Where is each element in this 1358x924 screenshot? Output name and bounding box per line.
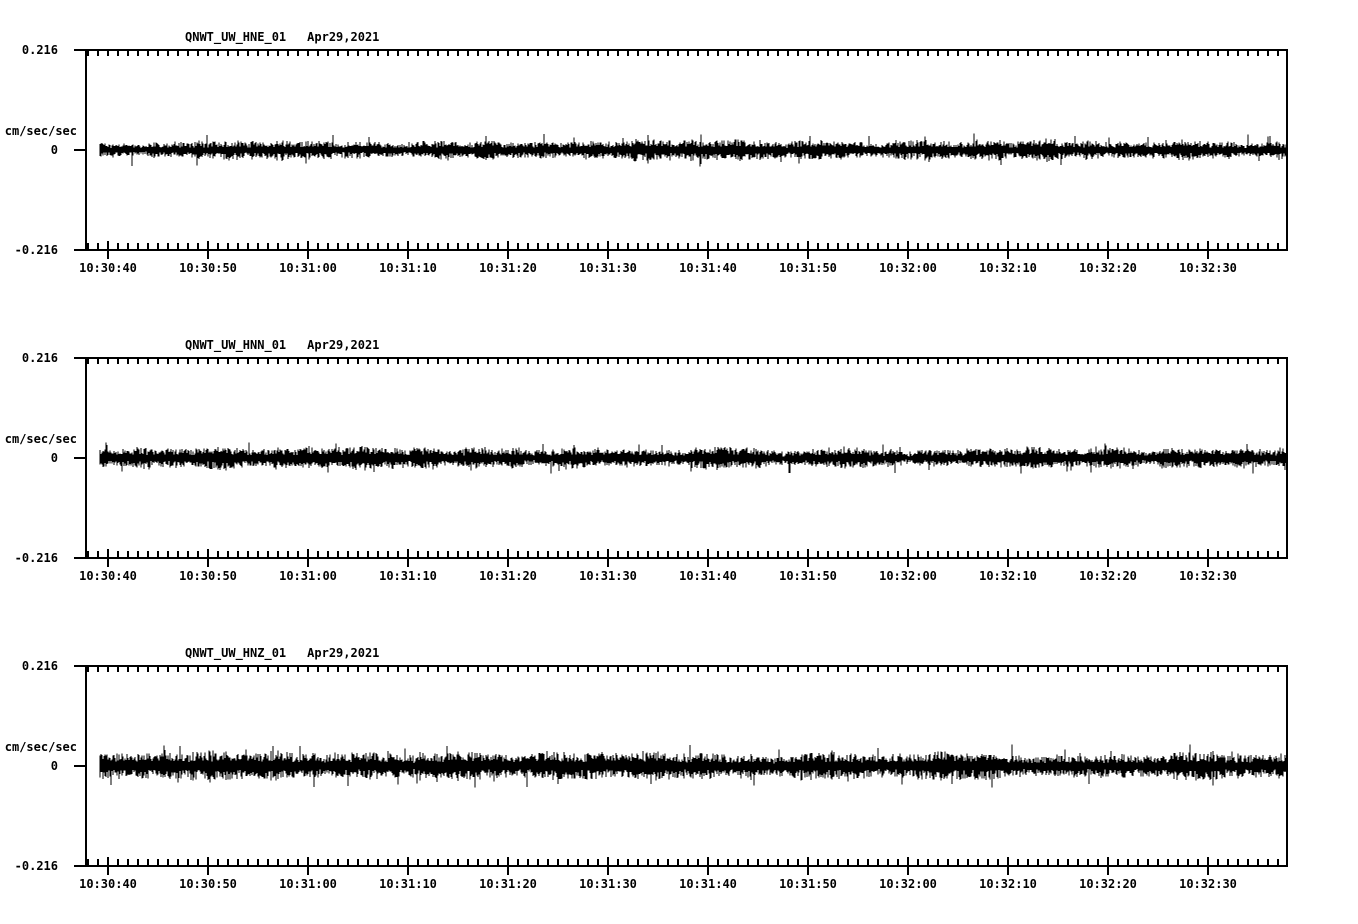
x-axis-tick-label: 10:31:30 [579,877,637,891]
x-axis-tick-label: 10:31:20 [479,569,537,583]
y-axis-zero-label: 0 [50,143,58,157]
y-axis-max-label: 0.216 [21,43,58,57]
x-axis-tick-label: 10:32:00 [879,261,937,275]
x-axis-tick-label: 10:31:40 [679,569,737,583]
x-axis-tick-label: 10:31:10 [379,877,437,891]
x-axis-tick-label: 10:31:10 [379,261,437,275]
y-axis-min-label: -0.216 [14,859,58,873]
trace-date-label: Apr29,2021 [307,338,380,352]
x-axis-tick-label: 10:30:50 [179,877,237,891]
x-axis-tick-label: 10:31:10 [379,569,437,583]
x-axis-tick-label: 10:32:30 [1179,261,1237,275]
x-axis-tick-label: 10:32:20 [1079,877,1137,891]
x-axis-tick-label: 10:31:30 [579,261,637,275]
x-axis-tick-label: 10:32:10 [979,569,1037,583]
x-axis-tick-label: 10:32:30 [1179,569,1237,583]
trace-title: QNWT_UW_HNZ_01 Apr29,2021 [185,646,379,660]
trace-date-label: Apr29,2021 [307,30,380,44]
trace-title: QNWT_UW_HNN_01 Apr29,2021 [185,338,379,352]
trace-date-label: Apr29,2021 [307,646,380,660]
x-axis-time-labels: 10:30:40 10:30:50 10:31:00 10:31:10 10:31:20… [0,877,1358,893]
x-axis-tick-label: 10:32:10 [979,261,1037,275]
y-axis-zero-label: 0 [50,451,58,465]
x-axis-tick-label: 10:30:50 [179,261,237,275]
y-axis-unit-label: cm/sec/sec [4,432,77,446]
x-axis-tick-label: 10:31:20 [479,261,537,275]
seismogram-panel-hne: QNWT_UW_HNE_01 Apr29,2021 0.216 cm/sec/se… [0,0,1358,308]
x-axis-tick-label: 10:30:40 [79,877,137,891]
seismogram-panel-hnz: QNWT_UW_HNZ_01 Apr29,2021 0.216 cm/sec/se… [0,616,1358,924]
x-axis-tick-label: 10:30:50 [179,569,237,583]
trace-title: QNWT_UW_HNE_01 Apr29,2021 [185,30,379,44]
trace-station-label: QNWT_UW_HNZ_01 [185,646,287,660]
y-axis-max-label: 0.216 [21,351,58,365]
y-axis-zero-label: 0 [50,759,58,773]
x-axis-tick-label: 10:32:20 [1079,569,1137,583]
x-axis-tick-label: 10:31:40 [679,877,737,891]
y-axis-unit-label: cm/sec/sec [4,124,77,138]
x-axis-tick-label: 10:32:00 [879,877,937,891]
trace-station-label: QNWT_UW_HNN_01 [185,338,287,352]
y-axis-min-label: -0.216 [14,551,58,565]
x-axis-tick-label: 10:30:40 [79,569,137,583]
x-axis-tick-label: 10:31:50 [779,569,837,583]
y-axis-unit-label: cm/sec/sec [4,740,77,754]
x-axis-tick-label: 10:31:50 [779,261,837,275]
y-axis-min-label: -0.216 [14,243,58,257]
x-axis-tick-label: 10:31:00 [279,261,337,275]
x-axis-tick-label: 10:31:00 [279,569,337,583]
x-axis-tick-label: 10:31:40 [679,261,737,275]
x-axis-time-labels: 10:30:40 10:30:50 10:31:00 10:31:10 10:31:20… [0,261,1358,277]
x-axis-tick-label: 10:31:00 [279,877,337,891]
x-axis-tick-label: 10:31:50 [779,877,837,891]
seismogram-panel-hnn: QNWT_UW_HNN_01 Apr29,2021 0.216 cm/sec/se… [0,308,1358,616]
y-axis-max-label: 0.216 [21,659,58,673]
trace-station-label: QNWT_UW_HNE_01 [185,30,287,44]
x-axis-tick-label: 10:32:30 [1179,877,1237,891]
x-axis-tick-label: 10:30:40 [79,261,137,275]
x-axis-tick-label: 10:32:10 [979,877,1037,891]
x-axis-tick-label: 10:31:30 [579,569,637,583]
x-axis-time-labels: 10:30:40 10:30:50 10:31:00 10:31:10 10:31:20… [0,569,1358,585]
x-axis-tick-label: 10:32:20 [1079,261,1137,275]
x-axis-tick-label: 10:32:00 [879,569,937,583]
x-axis-tick-label: 10:31:20 [479,877,537,891]
